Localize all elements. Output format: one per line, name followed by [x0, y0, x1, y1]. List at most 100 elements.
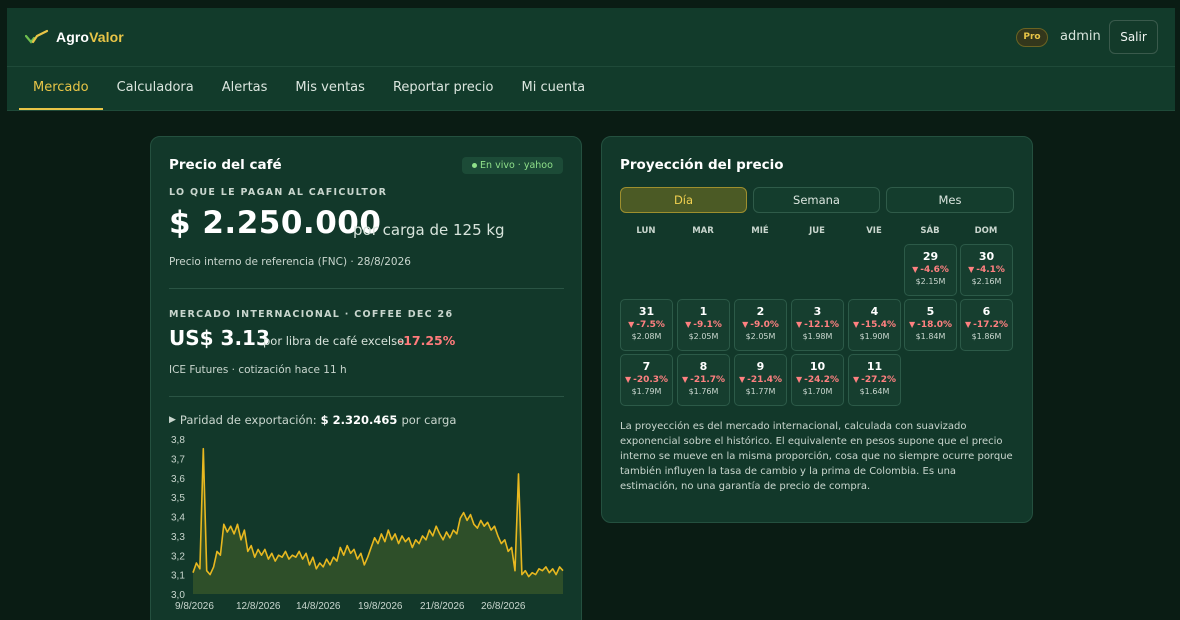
- projection-day-cell[interactable]: 9 ▼ -21.4% $1.77M: [734, 354, 787, 406]
- down-triangle-icon: ▼: [912, 265, 919, 274]
- day-change: ▼ -4.6%: [905, 265, 956, 275]
- day-change: ▼ -15.4%: [849, 320, 900, 330]
- price-history-chart: 3,8 3,7 3,6 3,5 3,4 3,3 3,2 3,1 3,09/8/2026 12/8/…: [171, 435, 564, 612]
- day-value: $2.05M: [688, 332, 719, 341]
- day-number: 1: [699, 305, 708, 318]
- day-number: 7: [642, 360, 651, 373]
- parity-toggle[interactable]: ▶ Paridad de exportación: $ 2.320.465 po…: [169, 413, 456, 427]
- x-tick-label: 26/8/2026: [481, 601, 526, 612]
- projection-day-cell[interactable]: 30 ▼ -4.1% $2.16M: [960, 244, 1013, 296]
- projection-note: La proyección es del mercado internacion…: [620, 421, 1013, 492]
- day-change-value: -15.4%: [861, 320, 897, 330]
- price-card-title: Precio del café: [169, 157, 282, 173]
- weekday-label: MIÉ: [751, 226, 769, 236]
- nav-item-mi-cuenta[interactable]: Mi cuenta: [508, 67, 600, 110]
- y-tick-label: 3,2: [171, 551, 185, 562]
- divider: [169, 288, 564, 289]
- day-value: $1.64M: [859, 387, 890, 396]
- projection-card: Proyección del precio Día Semana Mes LUN…: [601, 136, 1033, 523]
- day-change-value: -21.7%: [690, 375, 726, 385]
- tab-dia[interactable]: Día: [620, 187, 747, 213]
- day-change: ▼ -9.1%: [678, 320, 729, 330]
- nav-item-mis-ventas[interactable]: Mis ventas: [281, 67, 379, 110]
- nav-item-mercado[interactable]: Mercado: [19, 67, 103, 110]
- projection-day-cell[interactable]: 10 ▼ -24.2% $1.70M: [791, 354, 844, 406]
- down-triangle-icon: ▼: [908, 320, 916, 329]
- y-tick-label: 3,6: [171, 474, 185, 485]
- y-tick-label: 3,4: [171, 513, 185, 524]
- nav-item-alertas[interactable]: Alertas: [208, 67, 282, 110]
- y-tick-label: 3,0: [171, 590, 185, 601]
- day-value: $1.79M: [631, 387, 662, 396]
- projection-day-cell[interactable]: 4 ▼ -15.4% $1.90M: [848, 299, 901, 351]
- day-change-value: -7.5%: [636, 320, 665, 330]
- down-triangle-icon: ▼: [624, 375, 632, 384]
- day-value: $2.05M: [745, 332, 776, 341]
- live-badge: En vivo · yahoo: [462, 157, 563, 174]
- down-triangle-icon: ▼: [628, 320, 635, 329]
- down-triangle-icon: ▼: [681, 375, 689, 384]
- day-change-value: -9.1%: [693, 320, 722, 330]
- projection-day-cell[interactable]: 2 ▼ -9.0% $2.05M: [734, 299, 787, 351]
- farmer-label: LO QUE LE PAGAN AL CAFICULTOR: [169, 187, 388, 198]
- intl-price: US$ 3.13: [169, 326, 270, 350]
- y-tick-label: 3,3: [171, 532, 185, 543]
- day-number: 8: [699, 360, 708, 373]
- day-value: $1.90M: [859, 332, 890, 341]
- divider: [169, 396, 564, 397]
- day-change-value: -21.4%: [747, 375, 783, 385]
- down-triangle-icon: ▼: [795, 320, 803, 329]
- brand[interactable]: AgroValor: [25, 29, 124, 45]
- price-area-fill: [193, 448, 563, 594]
- down-triangle-icon: ▼: [852, 375, 860, 384]
- tab-semana[interactable]: Semana: [753, 187, 880, 213]
- projection-day-cell[interactable]: 8 ▼ -21.7% $1.76M: [677, 354, 730, 406]
- tab-mes[interactable]: Mes: [886, 187, 1014, 213]
- day-value: $1.76M: [688, 387, 719, 396]
- y-tick-label: 3,8: [171, 435, 185, 446]
- day-number: 5: [926, 305, 935, 318]
- parity-label: Paridad de exportación:: [179, 413, 317, 427]
- day-value: $2.15M: [915, 277, 946, 286]
- day-number: 4: [870, 305, 879, 318]
- day-change: ▼ -7.5%: [621, 320, 672, 330]
- y-tick-label: 3,5: [171, 493, 185, 504]
- plan-badge: Pro: [1016, 28, 1048, 47]
- day-change: ▼ -17.2%: [961, 320, 1012, 330]
- day-change-value: -18.0%: [917, 320, 953, 330]
- projection-day-cell[interactable]: 31 ▼ -7.5% $2.08M: [620, 299, 673, 351]
- leaf-check-icon: [25, 29, 49, 44]
- day-change: ▼ -12.1%: [792, 320, 843, 330]
- nav-item-calculadora[interactable]: Calculadora: [103, 67, 208, 110]
- weekday-label: MAR: [692, 226, 714, 236]
- nav-item-reportar-precio[interactable]: Reportar precio: [379, 67, 508, 110]
- projection-day-cell[interactable]: 7 ▼ -20.3% $1.79M: [620, 354, 673, 406]
- projection-day-cell[interactable]: 3 ▼ -12.1% $1.98M: [791, 299, 844, 351]
- projection-day-cell[interactable]: 6 ▼ -17.2% $1.86M: [960, 299, 1013, 351]
- down-triangle-icon: ▼: [964, 320, 972, 329]
- x-tick-label: 19/8/2026: [358, 601, 403, 612]
- day-number: 30: [978, 250, 995, 263]
- day-change: ▼ -4.1%: [961, 265, 1012, 275]
- down-triangle-icon: ▼: [852, 320, 860, 329]
- day-number: 9: [756, 360, 765, 373]
- y-tick-label: 3,7: [171, 454, 185, 465]
- day-change: ▼ -9.0%: [735, 320, 786, 330]
- logout-button[interactable]: Salir: [1109, 20, 1158, 54]
- day-value: $1.86M: [971, 332, 1002, 341]
- projection-day-cell[interactable]: 29 ▼ -4.6% $2.15M: [904, 244, 957, 296]
- day-number: 6: [982, 305, 991, 318]
- day-number: 2: [756, 305, 765, 318]
- day-change: ▼ -21.4%: [735, 375, 786, 385]
- header: AgroValor Pro admin Salir: [7, 8, 1175, 67]
- down-triangle-icon: ▼: [742, 320, 749, 329]
- intl-label: MERCADO INTERNACIONAL · COFFEE DEC 26: [169, 309, 454, 320]
- day-change-value: -4.1%: [976, 265, 1005, 275]
- down-triangle-icon: ▼: [685, 320, 692, 329]
- projection-day-cell[interactable]: 5 ▼ -18.0% $1.84M: [904, 299, 957, 351]
- projection-day-cell[interactable]: 11 ▼ -27.2% $1.64M: [848, 354, 901, 406]
- projection-day-cell[interactable]: 1 ▼ -9.1% $2.05M: [677, 299, 730, 351]
- day-change-value: -12.1%: [804, 320, 840, 330]
- farmer-price: $ 2.250.000: [169, 205, 382, 241]
- intl-unit: por libra de café excelso: [263, 334, 405, 348]
